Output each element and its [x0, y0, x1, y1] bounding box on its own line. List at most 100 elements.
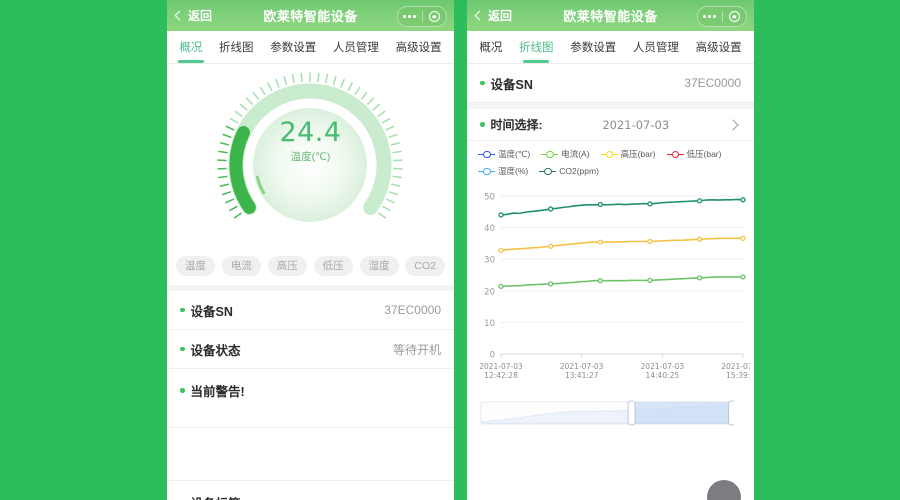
temperature-gauge: 24.4 温度(℃) — [203, 65, 418, 255]
close-target-icon[interactable] — [423, 11, 447, 22]
tab-advanced[interactable]: 高级设置 — [395, 32, 443, 63]
right-phone-panel: 返回 欧莱特智能设备 概况 折线图 参数设置 人员管理 高级设置 设备SN 37… — [467, 0, 754, 500]
row-device-tags[interactable]: 设备标签 — [167, 481, 454, 500]
row-value: 37EC0000 — [384, 303, 441, 317]
legend-label: CO2(ppm) — [559, 166, 599, 176]
chevron-right-icon[interactable] — [727, 118, 739, 131]
datazoom-svg[interactable] — [479, 398, 736, 428]
legend-row-2: 湿度(%) CO2(ppm) — [478, 165, 743, 177]
bullet-dot-icon — [480, 122, 485, 127]
legend-row-1: 温度(℃) 电流(A) 高压(bar) 低压(bar) — [478, 148, 743, 160]
date-picker-value: 2021-07-03 — [602, 117, 670, 132]
back-label: 返回 — [488, 9, 513, 23]
row-left: 设备SN — [180, 301, 233, 320]
row-label: 设备标签 — [191, 493, 241, 500]
tab-advanced[interactable]: 高级设置 — [695, 32, 743, 63]
legend-item-temperature[interactable]: 温度(℃) — [478, 148, 530, 160]
dot — [703, 15, 707, 18]
row-device-status[interactable]: 设备状态 等待开机 — [167, 330, 454, 369]
svg-text:2021-07-03: 2021-07-03 — [721, 362, 750, 371]
tab-linechart[interactable]: 折线图 — [518, 32, 555, 63]
right-navbar: 返回 欧莱特智能设备 — [467, 0, 754, 31]
tab-overview[interactable]: 概况 — [178, 32, 203, 63]
tab-overview[interactable]: 概况 — [478, 32, 503, 63]
legend-label: 电流(A) — [561, 149, 590, 159]
more-menu-icon[interactable] — [698, 14, 722, 19]
svg-text:20: 20 — [484, 287, 495, 297]
screenshot-stage: 返回 欧莱特智能设备 概况 折线图 参数设置 人员管理 高级设置 24.4 温度… — [0, 0, 900, 500]
legend-label: 温度(℃) — [498, 149, 531, 159]
back-label: 返回 — [188, 9, 213, 23]
chevron-left-icon — [474, 10, 485, 21]
svg-text:0: 0 — [490, 351, 495, 361]
tab-parameters[interactable]: 参数设置 — [569, 32, 617, 63]
legend-item-high-pressure[interactable]: 高压(bar) — [600, 148, 656, 160]
line-chart-svg: 010203040502021-07-0312:42:282021-07-031… — [479, 193, 754, 381]
gauge-svg — [217, 72, 403, 222]
legend-marker-icon — [478, 150, 495, 159]
dot — [708, 14, 712, 19]
alarm-empty-area — [167, 428, 454, 481]
legend-label: 低压(bar) — [686, 149, 722, 159]
row-left: 设备状态 — [180, 340, 241, 359]
chip-current[interactable]: 电流 — [221, 256, 261, 276]
chip-low-pressure[interactable]: 低压 — [313, 256, 353, 276]
legend-item-co2[interactable]: CO2(ppm) — [539, 166, 599, 176]
miniprogram-capsule-right[interactable] — [697, 6, 747, 27]
legend-item-current[interactable]: 电流(A) — [541, 148, 590, 160]
svg-text:40: 40 — [484, 224, 495, 234]
dot — [713, 15, 717, 18]
right-tabbar: 概况 折线图 参数设置 人员管理 高级设置 — [467, 31, 754, 64]
svg-text:13:41:27: 13:41:27 — [565, 371, 599, 380]
svg-text:2021-07-03: 2021-07-03 — [641, 362, 685, 371]
row-value: 37EC0000 — [684, 76, 741, 90]
chart-datazoom[interactable] — [467, 396, 754, 433]
legend-item-humidity[interactable]: 湿度(%) — [478, 165, 528, 177]
row-device-sn[interactable]: 设备SN 37EC0000 — [467, 64, 754, 103]
dot — [403, 15, 407, 18]
tab-parameters[interactable]: 参数设置 — [269, 32, 317, 63]
gauge-section: 24.4 温度(℃) — [167, 64, 454, 256]
chip-co2[interactable]: CO2 — [405, 256, 445, 276]
legend-marker-icon — [478, 167, 495, 176]
row-device-sn[interactable]: 设备SN 37EC0000 — [167, 291, 454, 330]
line-chart[interactable]: 0 10 20 30 40 50 2021-07-03 12:42:28 2021-07-03 1… — [467, 186, 754, 396]
legend-marker-icon — [600, 150, 618, 159]
close-target-icon[interactable] — [723, 11, 747, 22]
legend-marker-icon — [541, 150, 559, 159]
row-left: 设备SN — [480, 74, 533, 93]
more-menu-icon[interactable] — [398, 14, 422, 19]
back-button-right[interactable]: 返回 — [474, 7, 513, 24]
svg-text:10: 10 — [484, 319, 495, 329]
bullet-dot-icon — [480, 80, 485, 86]
chip-temperature[interactable]: 温度 — [176, 256, 215, 276]
tab-personnel[interactable]: 人员管理 — [632, 32, 680, 63]
legend-item-low-pressure[interactable]: 低压(bar) — [666, 148, 722, 160]
row-label: 当前警告! — [190, 385, 245, 399]
dot — [408, 14, 412, 19]
left-tabbar: 概况 折线图 参数设置 人员管理 高级设置 — [167, 31, 454, 64]
left-phone-panel: 返回 欧莱特智能设备 概况 折线图 参数设置 人员管理 高级设置 24.4 温度… — [167, 0, 454, 500]
svg-text:2021-07-03: 2021-07-03 — [560, 362, 604, 371]
legend-marker-icon — [666, 150, 684, 159]
date-picker-row[interactable]: 时间选择: 2021-07-03 — [467, 109, 754, 141]
svg-text:30: 30 — [484, 256, 495, 266]
svg-text:15:39:24: 15:39:24 — [726, 371, 750, 380]
chip-humidity[interactable]: 湿度 — [359, 256, 399, 276]
back-button-left[interactable]: 返回 — [174, 7, 213, 24]
row-label: 设备SN — [190, 304, 233, 319]
chip-high-pressure[interactable]: 高压 — [267, 256, 307, 276]
tab-linechart[interactable]: 折线图 — [218, 32, 255, 63]
date-picker-label: 时间选择: — [490, 118, 543, 132]
metric-chip-row: 温度 电流 高压 低压 湿度 CO2 — [167, 256, 454, 285]
miniprogram-capsule-left[interactable] — [397, 6, 447, 27]
gauge-inner-glow — [253, 108, 367, 222]
bullet-dot-icon — [180, 388, 185, 393]
svg-text:14:40:25: 14:40:25 — [645, 371, 679, 380]
chevron-left-icon — [174, 10, 185, 21]
floating-action-button[interactable] — [707, 480, 741, 500]
row-current-alarm[interactable]: 当前警告! — [167, 369, 454, 428]
row-label: 设备状态 — [190, 343, 241, 358]
tab-personnel[interactable]: 人员管理 — [332, 32, 380, 63]
svg-text:2021-07-03: 2021-07-03 — [479, 362, 523, 371]
